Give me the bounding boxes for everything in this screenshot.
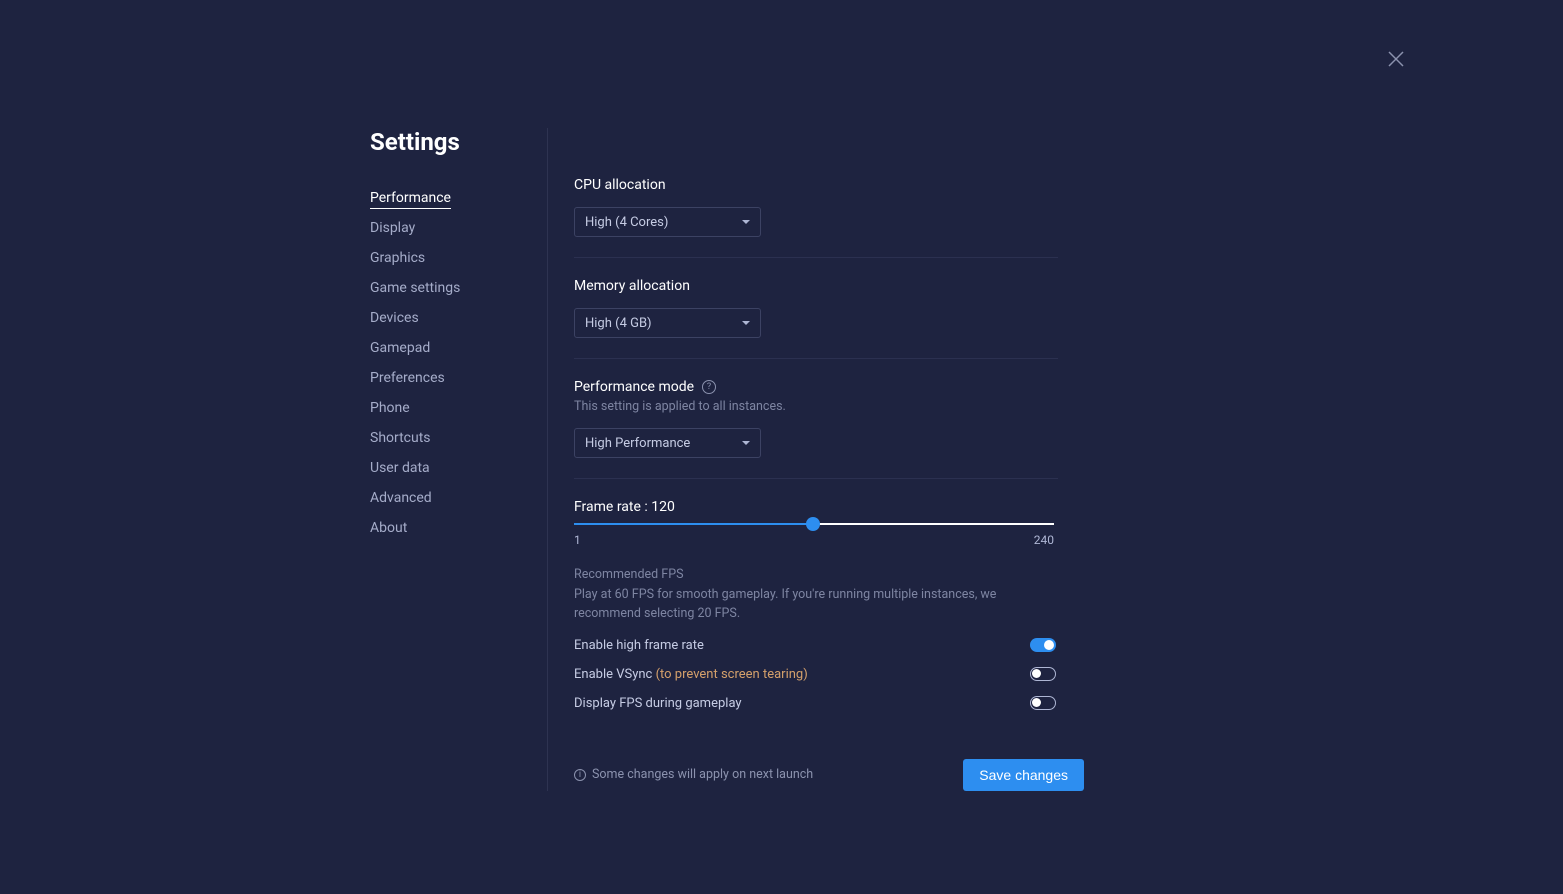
cpu-allocation-label: CPU allocation bbox=[574, 177, 1058, 193]
sidebar-item-label: Preferences bbox=[370, 370, 445, 386]
sidebar-item-label: Advanced bbox=[370, 490, 432, 506]
toggle-knob bbox=[1032, 698, 1041, 707]
frame-rate-slider[interactable] bbox=[574, 523, 1054, 525]
toggle-knob bbox=[1032, 669, 1041, 678]
sidebar-item-user-data[interactable]: User data bbox=[370, 453, 527, 483]
sidebar-item-shortcuts[interactable]: Shortcuts bbox=[370, 423, 527, 453]
sidebar-item-display[interactable]: Display bbox=[370, 213, 527, 243]
sidebar-item-advanced[interactable]: Advanced bbox=[370, 483, 527, 513]
settings-content: CPU allocation High (4 Cores) Memory all… bbox=[548, 128, 1058, 791]
sidebar-item-label: Shortcuts bbox=[370, 430, 431, 446]
frame-rate-label: Frame rate : 120 bbox=[574, 499, 1058, 515]
toggle-knob bbox=[1044, 640, 1054, 650]
recommended-fps-title: Recommended FPS bbox=[574, 567, 1058, 582]
sidebar-item-performance[interactable]: Performance bbox=[370, 183, 527, 213]
sidebar-item-label: Display bbox=[370, 220, 415, 236]
vsync-label: Enable VSync (to prevent screen tearing) bbox=[574, 667, 808, 682]
performance-mode-hint: This setting is applied to all instances… bbox=[574, 399, 1058, 414]
slider-fill bbox=[574, 523, 813, 525]
display-fps-label: Display FPS during gameplay bbox=[574, 696, 742, 711]
memory-allocation-select[interactable]: High (4 GB) bbox=[574, 308, 761, 338]
high-frame-rate-toggle[interactable] bbox=[1030, 638, 1056, 652]
memory-allocation-value: High (4 GB) bbox=[585, 316, 652, 331]
save-changes-button[interactable]: Save changes bbox=[963, 759, 1084, 791]
footer-note-text: Some changes will apply on next launch bbox=[592, 767, 813, 782]
high-frame-rate-label: Enable high frame rate bbox=[574, 638, 704, 653]
chevron-down-icon bbox=[742, 220, 750, 224]
cpu-allocation-value: High (4 Cores) bbox=[585, 215, 668, 230]
sidebar-item-label: Gamepad bbox=[370, 340, 430, 356]
slider-thumb[interactable] bbox=[806, 517, 820, 531]
sidebar-item-devices[interactable]: Devices bbox=[370, 303, 527, 333]
chevron-down-icon bbox=[742, 321, 750, 325]
close-icon bbox=[1387, 50, 1405, 68]
sidebar-item-label: Graphics bbox=[370, 250, 425, 266]
page-title: Settings bbox=[370, 128, 460, 156]
sidebar-item-phone[interactable]: Phone bbox=[370, 393, 527, 423]
performance-mode-label: Performance mode bbox=[574, 379, 694, 395]
close-button[interactable] bbox=[1387, 50, 1405, 68]
sidebar-item-game-settings[interactable]: Game settings bbox=[370, 273, 527, 303]
sidebar-item-label: About bbox=[370, 520, 407, 536]
sidebar-item-graphics[interactable]: Graphics bbox=[370, 243, 527, 273]
sidebar-item-label: Performance bbox=[370, 190, 451, 209]
help-icon[interactable]: ? bbox=[702, 380, 716, 394]
cpu-allocation-select[interactable]: High (4 Cores) bbox=[574, 207, 761, 237]
sidebar-item-gamepad[interactable]: Gamepad bbox=[370, 333, 527, 363]
slider-max-label: 240 bbox=[1034, 533, 1054, 547]
info-icon: i bbox=[574, 769, 586, 781]
performance-mode-value: High Performance bbox=[585, 436, 690, 451]
vsync-toggle[interactable] bbox=[1030, 667, 1056, 681]
sidebar-item-preferences[interactable]: Preferences bbox=[370, 363, 527, 393]
sidebar-item-about[interactable]: About bbox=[370, 513, 527, 543]
sidebar-item-label: Game settings bbox=[370, 280, 460, 296]
performance-mode-select[interactable]: High Performance bbox=[574, 428, 761, 458]
slider-min-label: 1 bbox=[574, 533, 581, 547]
memory-allocation-label: Memory allocation bbox=[574, 278, 1058, 294]
sidebar-item-label: User data bbox=[370, 460, 430, 476]
recommended-fps-text: Play at 60 FPS for smooth gameplay. If y… bbox=[574, 586, 1054, 624]
sidebar-item-label: Devices bbox=[370, 310, 419, 326]
display-fps-toggle[interactable] bbox=[1030, 696, 1056, 710]
chevron-down-icon bbox=[742, 441, 750, 445]
settings-sidebar: Performance Display Graphics Game settin… bbox=[370, 128, 548, 791]
sidebar-item-label: Phone bbox=[370, 400, 410, 416]
